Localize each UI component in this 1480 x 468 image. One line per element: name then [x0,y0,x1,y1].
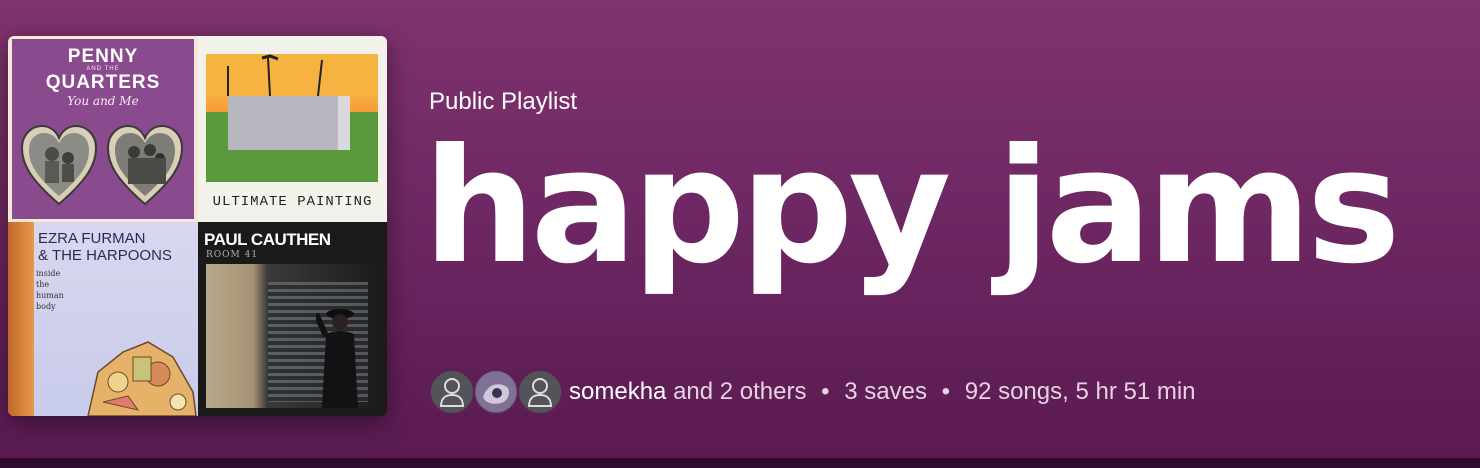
album-art-text: PENNY [67,46,139,67]
album-art-scene [206,54,378,182]
album-art-text: EZRA FURMAN & THE HARPOONS [38,230,172,264]
heart-locket-image [106,124,184,206]
profile-photo [476,372,516,412]
playlist-title[interactable]: happy jams [423,128,1401,286]
cover-tile-ezra-furman: EZRA FURMAN & THE HARPOONS inside the hu… [8,222,198,416]
cover-tile-ultimate-painting: ULTIMATE PAINTING [198,36,387,222]
heart-locket-image [20,124,98,206]
palm-tree-icon [227,54,323,97]
person-icon [439,378,465,407]
album-art-text: inside the human body [36,269,64,311]
collaborator-avatars[interactable] [429,369,563,415]
avatar[interactable] [473,369,519,415]
album-art-text: QUARTERS [45,72,161,93]
album-art-text: PAUL CAUTHEN [204,230,331,249]
avatar[interactable] [517,369,563,415]
collaborators-link[interactable]: and 2 others [673,378,806,405]
person-icon [527,378,553,407]
album-art-illustration [87,341,197,416]
cover-tile-paul-cauthen: PAUL CAUTHEN ROOM 41 [198,222,387,416]
playlist-meta-text: somekha and 2 others • 3 saves • 92 song… [569,378,1196,406]
cover-tile-penny-quarters: PENNY AND THE QUARTERS You and Me [8,36,198,222]
playlist-stats: 92 songs, 5 hr 51 min [964,378,1196,405]
album-art-text: You and Me [67,94,139,108]
playlist-type-label: Public Playlist [429,88,578,115]
content-area-edge [0,458,1480,468]
playlist-cover[interactable]: PENNY AND THE QUARTERS You and Me ULTIMA… [8,36,387,416]
avatar[interactable] [429,369,475,415]
saves-count: 3 saves [844,378,927,405]
separator-dot: • [941,378,951,405]
owner-link[interactable]: somekha [569,378,666,405]
person-silhouette [316,309,358,408]
album-art-text: ROOM 41 [206,250,259,260]
album-art-text: ULTIMATE PAINTING [212,194,373,210]
separator-dot: • [821,378,830,405]
playlist-meta: somekha and 2 others • 3 saves • 92 song… [429,368,1196,416]
album-art-curtain [8,222,34,416]
playlist-header: PENNY AND THE QUARTERS You and Me ULTIMA… [0,0,1480,458]
